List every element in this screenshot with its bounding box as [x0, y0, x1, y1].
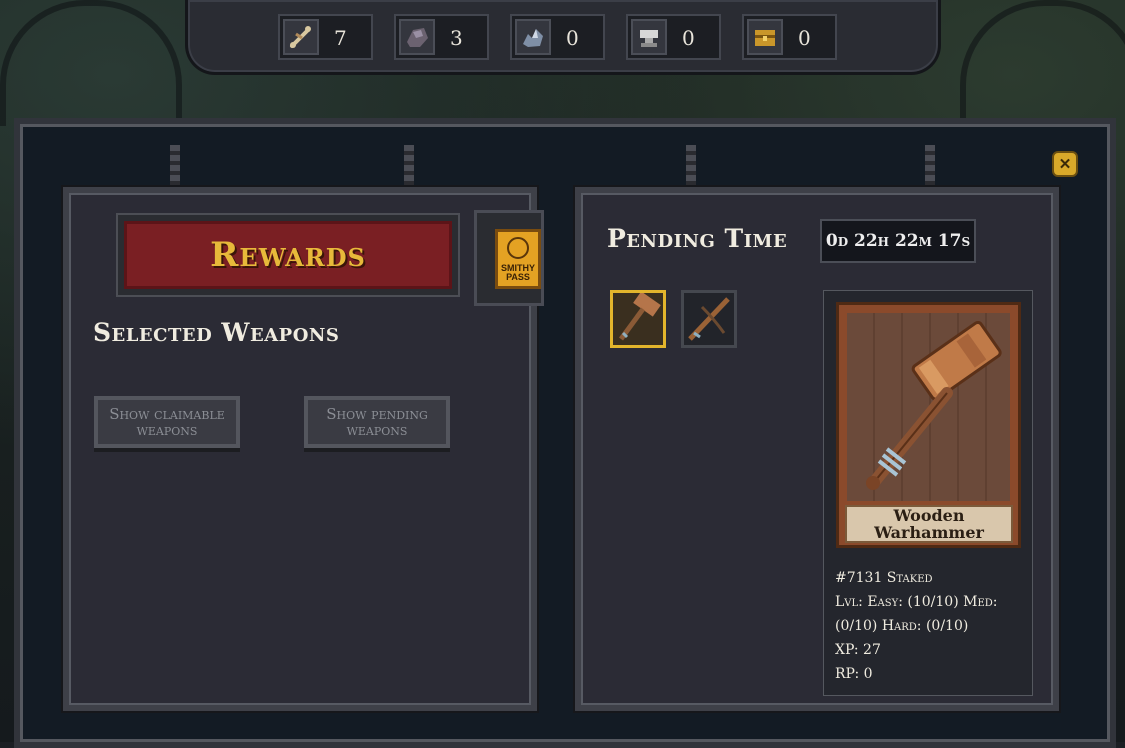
- resource-count: 0: [682, 26, 695, 50]
- chain: [170, 145, 180, 190]
- resource-count: 7: [334, 26, 347, 50]
- weapon-art: [847, 313, 1010, 501]
- resource-chest: 0: [742, 14, 837, 60]
- anvil-icon: [631, 19, 667, 55]
- weapon-slot-crossbow[interactable]: [681, 290, 737, 348]
- resource-bar: 7 3 0 0 0: [185, 0, 941, 75]
- show-pending-label: Show pending weapons: [326, 405, 428, 439]
- resource-ore: 3: [394, 14, 489, 60]
- chest-icon: [747, 19, 783, 55]
- resource-count: 0: [566, 26, 579, 50]
- smithy-emblem-icon: [507, 237, 529, 259]
- show-pending-button[interactable]: Show pending weapons: [304, 396, 450, 448]
- show-claimable-label: Show claimable weapons: [109, 405, 225, 439]
- smithy-pass-button[interactable]: SMITHY PASS: [474, 210, 544, 306]
- weapon-stats: #7131 Staked Lvl: Easy: (10/10) Med: (0/…: [835, 566, 1025, 686]
- background-arch: [960, 0, 1125, 126]
- wooden-warhammer-icon: [866, 320, 1002, 490]
- resource-bones: 7: [278, 14, 373, 60]
- stat-xp: XP: 27: [835, 642, 881, 658]
- pending-time-heading: Pending Time: [607, 224, 788, 253]
- rewards-banner: Rewards: [118, 215, 458, 295]
- close-button[interactable]: ✕: [1052, 151, 1078, 177]
- weapon-name: Wooden Warhammer: [845, 505, 1013, 543]
- stat-level-cont: (0/10) Hard: (0/10): [835, 618, 969, 634]
- warhammer-icon: [618, 291, 661, 341]
- close-icon: ✕: [1058, 155, 1072, 173]
- chain: [925, 145, 935, 190]
- crystal-icon: [515, 19, 551, 55]
- weapon-art-frame: Wooden Warhammer: [836, 302, 1021, 548]
- chain: [686, 145, 696, 190]
- stat-rp: RP: 0: [835, 666, 873, 682]
- resource-crystal: 0: [510, 14, 605, 60]
- stat-id: #7131 Staked: [835, 570, 933, 586]
- chain: [404, 145, 414, 190]
- weapon-slot-warhammer[interactable]: [610, 290, 666, 348]
- show-claimable-button[interactable]: Show claimable weapons: [94, 396, 240, 448]
- crossbow-icon: [688, 297, 730, 341]
- background-arch: [0, 0, 182, 126]
- pending-time-value: 0d 22h 22m 17s: [820, 219, 976, 263]
- rewards-title: Rewards: [210, 235, 366, 275]
- smithy-pass-badge: SMITHY PASS: [495, 229, 541, 289]
- resource-count: 3: [450, 26, 463, 50]
- smithy-pass-label: SMITHY PASS: [500, 263, 535, 282]
- resource-count: 0: [798, 26, 811, 50]
- stat-level: Lvl: Easy: (10/10) Med:: [835, 594, 998, 610]
- resource-anvil: 0: [626, 14, 721, 60]
- bone-icon: [283, 19, 319, 55]
- selected-weapons-heading: Selected Weapons: [93, 318, 340, 347]
- ore-icon: [399, 19, 435, 55]
